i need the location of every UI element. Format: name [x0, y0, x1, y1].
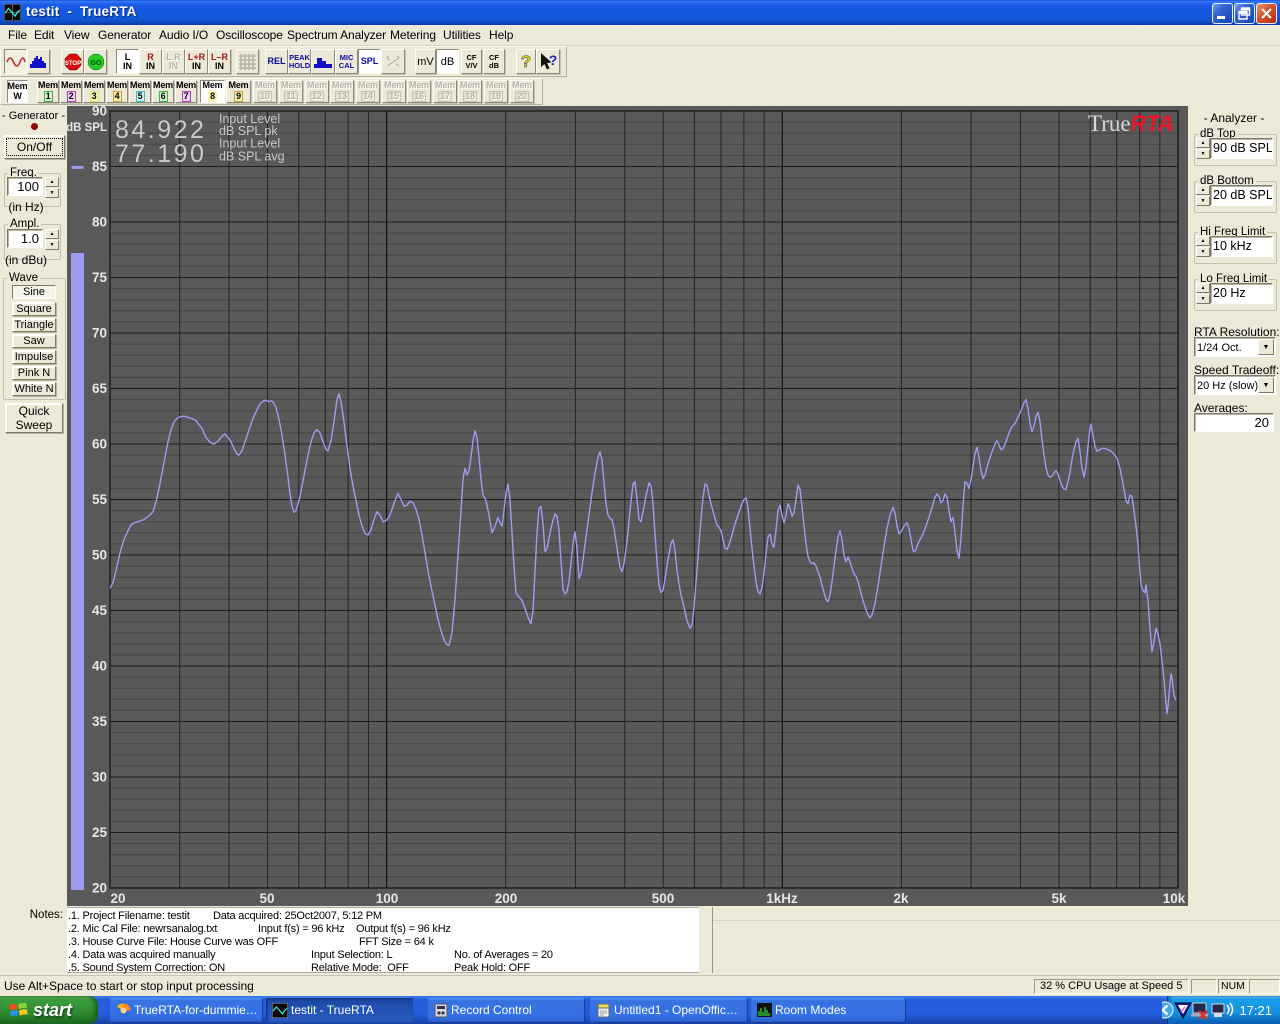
svg-text:100: 100 — [376, 891, 399, 906]
svg-text:STOP: STOP — [64, 61, 80, 67]
svg-text:90: 90 — [92, 106, 107, 119]
svg-text:77.190: 77.190 — [115, 140, 206, 168]
svg-text:10k: 10k — [1163, 891, 1186, 906]
svg-text:?: ? — [520, 52, 530, 71]
svg-text:500: 500 — [652, 891, 675, 906]
svg-text:20: 20 — [110, 891, 125, 906]
svg-text:70: 70 — [92, 326, 107, 341]
svg-text:40: 40 — [92, 659, 107, 674]
svg-text:65: 65 — [92, 381, 108, 396]
svg-text:55: 55 — [92, 492, 108, 507]
svg-text:5k: 5k — [1051, 891, 1067, 906]
svg-text:25: 25 — [92, 825, 108, 840]
svg-text:200: 200 — [495, 891, 518, 906]
svg-text:GO: GO — [90, 60, 101, 67]
svg-text:85: 85 — [92, 159, 108, 174]
svg-text:?: ? — [549, 52, 558, 68]
svg-text:35: 35 — [92, 714, 108, 729]
svg-text:45: 45 — [92, 603, 108, 618]
svg-text:50: 50 — [259, 891, 274, 906]
svg-text:50: 50 — [92, 548, 107, 563]
svg-text:60: 60 — [92, 437, 107, 452]
svg-text:TrueRTA: TrueRTA — [1088, 111, 1174, 136]
svg-text:20: 20 — [92, 881, 107, 896]
svg-text:1kHz: 1kHz — [766, 891, 798, 906]
svg-text:2k: 2k — [893, 891, 909, 906]
svg-text:80: 80 — [92, 215, 107, 230]
svg-text:dB SPL avg: dB SPL avg — [219, 150, 285, 164]
svg-text:75: 75 — [92, 270, 108, 285]
svg-text:30: 30 — [92, 770, 107, 785]
svg-text:dB SPL: dB SPL — [67, 122, 107, 134]
svg-text:Input Level: Input Level — [219, 137, 280, 151]
